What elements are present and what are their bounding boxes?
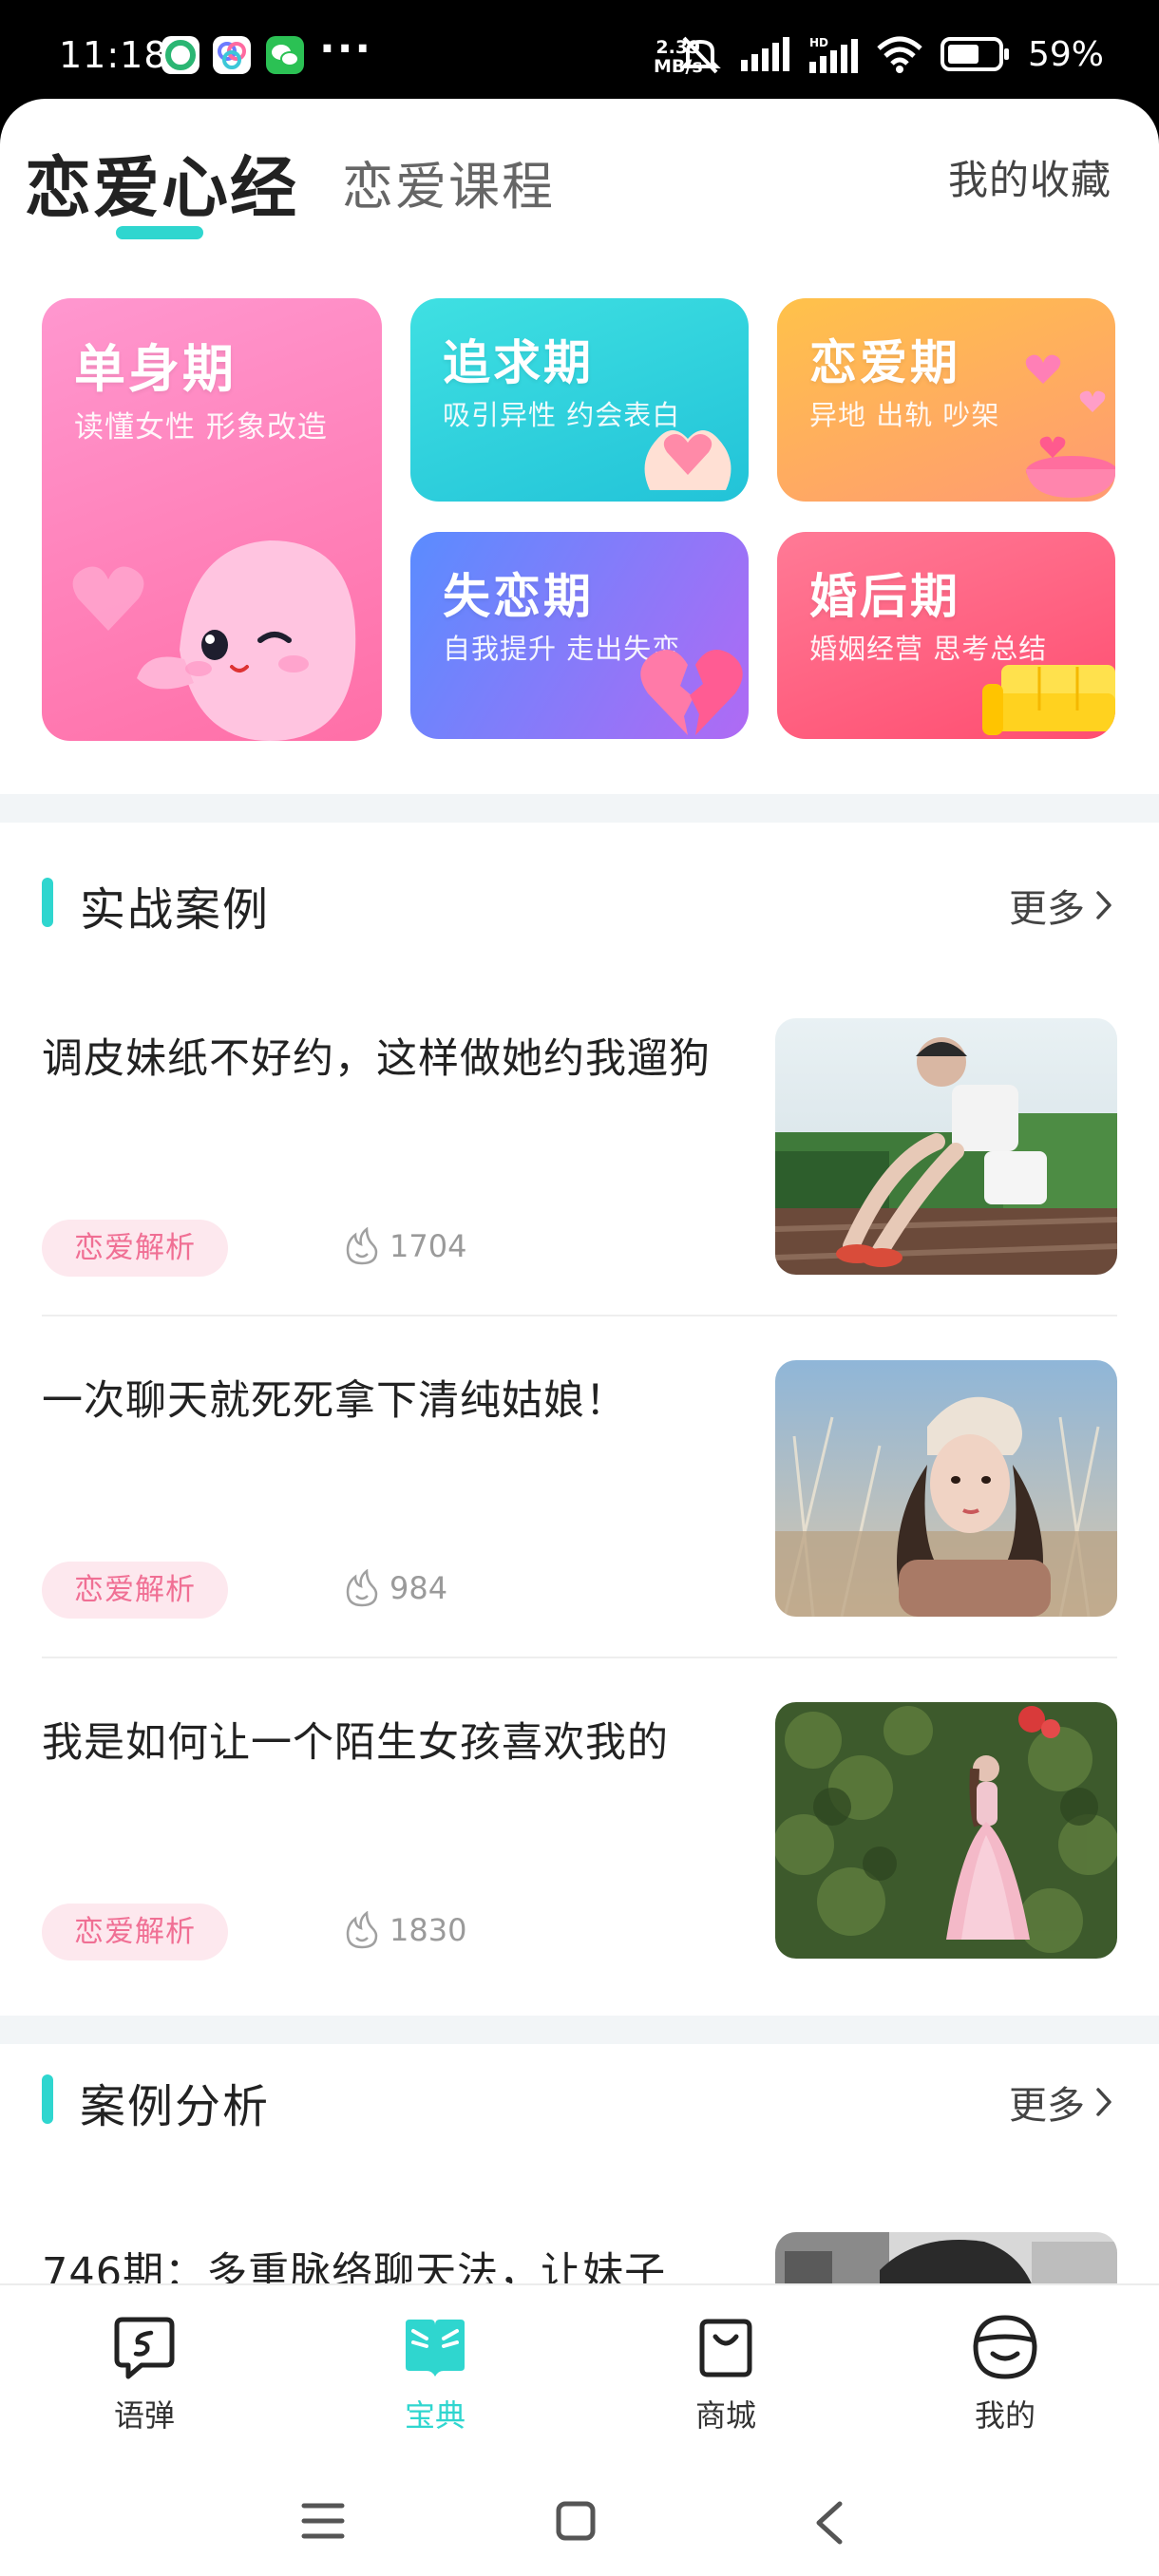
card-title: 追求期 — [443, 335, 594, 390]
card-title: 恋爱期 — [809, 335, 960, 390]
view-count: 1704 — [344, 1227, 466, 1265]
chevron-right-icon — [1096, 2088, 1112, 2116]
wifi-icon — [877, 36, 922, 73]
nav-item-yudan[interactable]: 语弹 — [68, 2312, 220, 2435]
article-item[interactable]: 我是如何让一个陌生女孩喜欢我的 恋爱解析 1830 — [0, 1687, 1159, 2014]
flame-icon — [346, 1227, 378, 1265]
article-title: 一次聊天就死死拿下清纯姑娘！ — [42, 1377, 627, 1425]
nav-label: 语弹 — [113, 2397, 175, 2434]
signal-icon — [740, 37, 789, 71]
more-label: 更多 — [1009, 2084, 1085, 2128]
article-tag: 恋爱解析 — [42, 1904, 228, 1960]
sofa-illustration — [982, 665, 1115, 735]
section-title: 案例分析 — [80, 2080, 271, 2133]
divider — [42, 1315, 1117, 1316]
more-label: 更多 — [1009, 887, 1085, 931]
divider — [42, 1657, 1117, 1658]
top-tab-bar: 恋爱心经 恋爱课程 我的收藏 — [0, 99, 1159, 251]
section-header-analysis: 案例分析 更多 — [0, 2055, 1159, 2141]
card-subtitle: 读懂女性 形象改造 — [74, 410, 328, 445]
stage-card-pursuit[interactable]: 追求期 吸引异性 约会表白 — [410, 298, 749, 502]
tab-love-courses[interactable]: 恋爱课程 — [342, 144, 555, 219]
menu-icon[interactable] — [300, 2500, 346, 2542]
article-item[interactable]: 调皮妹纸不好约，这样做她约我遛狗 恋爱解析 1704 — [0, 1003, 1159, 1316]
book-icon — [406, 2320, 465, 2377]
stage-card-married[interactable]: 婚后期 婚姻经营 思考总结 — [777, 532, 1115, 739]
app-screen: 恋爱心经 恋爱课程 我的收藏 单身期 读懂女性 形象改造 追求期 吸引异性 约会… — [0, 99, 1159, 2287]
stage-card-breakup[interactable]: 失恋期 自我提升 走出失恋 — [410, 532, 749, 739]
system-navigation-bar — [0, 2473, 1159, 2576]
heart-hands-illustration — [644, 430, 732, 490]
battery-percent: 59% — [1027, 34, 1104, 74]
nav-item-baodian[interactable]: 宝典 — [359, 2312, 511, 2435]
view-count: 1830 — [344, 1911, 466, 1949]
smiley-face-icon — [973, 2315, 1037, 2379]
article-title: 调皮妹纸不好约，这样做她约我遛狗 — [42, 1035, 711, 1083]
mute-icon — [679, 36, 721, 74]
flame-icon — [346, 1569, 378, 1607]
nav-label: 我的 — [974, 2397, 1036, 2434]
chevron-right-icon — [1096, 891, 1112, 919]
signal-hd-icon: HD — [808, 36, 858, 73]
wechat-icon — [266, 36, 304, 74]
article-tag: 恋爱解析 — [42, 1562, 228, 1619]
stage-card-dating[interactable]: 恋爱期 异地 出轨 吵架 — [777, 298, 1115, 502]
section-title: 实战案例 — [80, 883, 271, 937]
view-count: 984 — [344, 1569, 447, 1607]
nav-label: 宝典 — [404, 2397, 466, 2434]
app-notification-icon — [162, 36, 200, 74]
article-item[interactable]: 一次聊天就死死拿下清纯姑娘！ 恋爱解析 984 — [0, 1345, 1159, 1658]
home-icon[interactable] — [555, 2500, 597, 2542]
shopping-bag-icon — [699, 2319, 752, 2377]
section-header-cases: 实战案例 更多 — [0, 859, 1159, 944]
active-tab-indicator — [116, 226, 203, 239]
card-title: 单身期 — [74, 339, 237, 399]
article-thumbnail — [775, 1360, 1117, 1617]
stage-card-single[interactable]: 单身期 读懂女性 形象改造 — [42, 298, 382, 741]
article-item[interactable]: 746期：多重脉络聊天法，让妹子 — [0, 2217, 1159, 2287]
card-title: 婚后期 — [809, 569, 960, 624]
more-button[interactable]: 更多 — [1009, 878, 1113, 933]
back-icon[interactable] — [813, 2500, 846, 2546]
article-thumbnail — [775, 1018, 1117, 1275]
article-tag: 恋爱解析 — [42, 1220, 228, 1277]
nav-item-mine[interactable]: 我的 — [929, 2312, 1081, 2435]
svg-text:HD: HD — [809, 36, 828, 49]
bottom-navigation: 语弹 宝典 商城 我的 — [0, 2283, 1159, 2473]
section-accent-bar — [42, 2074, 53, 2124]
article-thumbnail — [775, 1702, 1117, 1959]
section-accent-bar — [42, 878, 53, 927]
status-bar: 11:18 ··· 2.39 MB/s HD 59% — [0, 0, 1159, 106]
more-button[interactable]: 更多 — [1009, 2074, 1113, 2130]
nav-label: 商城 — [694, 2397, 756, 2434]
card-subtitle: 异地 出轨 吵架 — [809, 399, 1000, 431]
article-title: 我是如何让一个陌生女孩喜欢我的 — [42, 1719, 669, 1767]
nav-item-shop[interactable]: 商城 — [650, 2312, 802, 2435]
section-separator — [0, 794, 1159, 823]
section-separator — [0, 2016, 1159, 2044]
hearts-cup-illustration — [1025, 354, 1115, 498]
flame-icon — [346, 1911, 378, 1949]
article-thumbnail — [775, 2232, 1117, 2287]
chat-bubble-icon — [114, 2317, 175, 2379]
status-time: 11:18 — [59, 34, 168, 76]
cute-blob-character-illustration — [137, 540, 356, 741]
heart-icon — [72, 566, 144, 631]
tab-love-tips[interactable]: 恋爱心经 — [25, 135, 298, 231]
battery-icon — [940, 37, 1009, 71]
card-title: 失恋期 — [443, 569, 594, 624]
broken-heart-illustration — [640, 650, 743, 735]
article-title: 746期：多重脉络聊天法，让妹子 — [42, 2249, 667, 2287]
app-notification-icon — [213, 36, 251, 74]
my-favorites-link[interactable]: 我的收藏 — [948, 148, 1112, 206]
more-notifications-icon: ··· — [319, 25, 373, 73]
